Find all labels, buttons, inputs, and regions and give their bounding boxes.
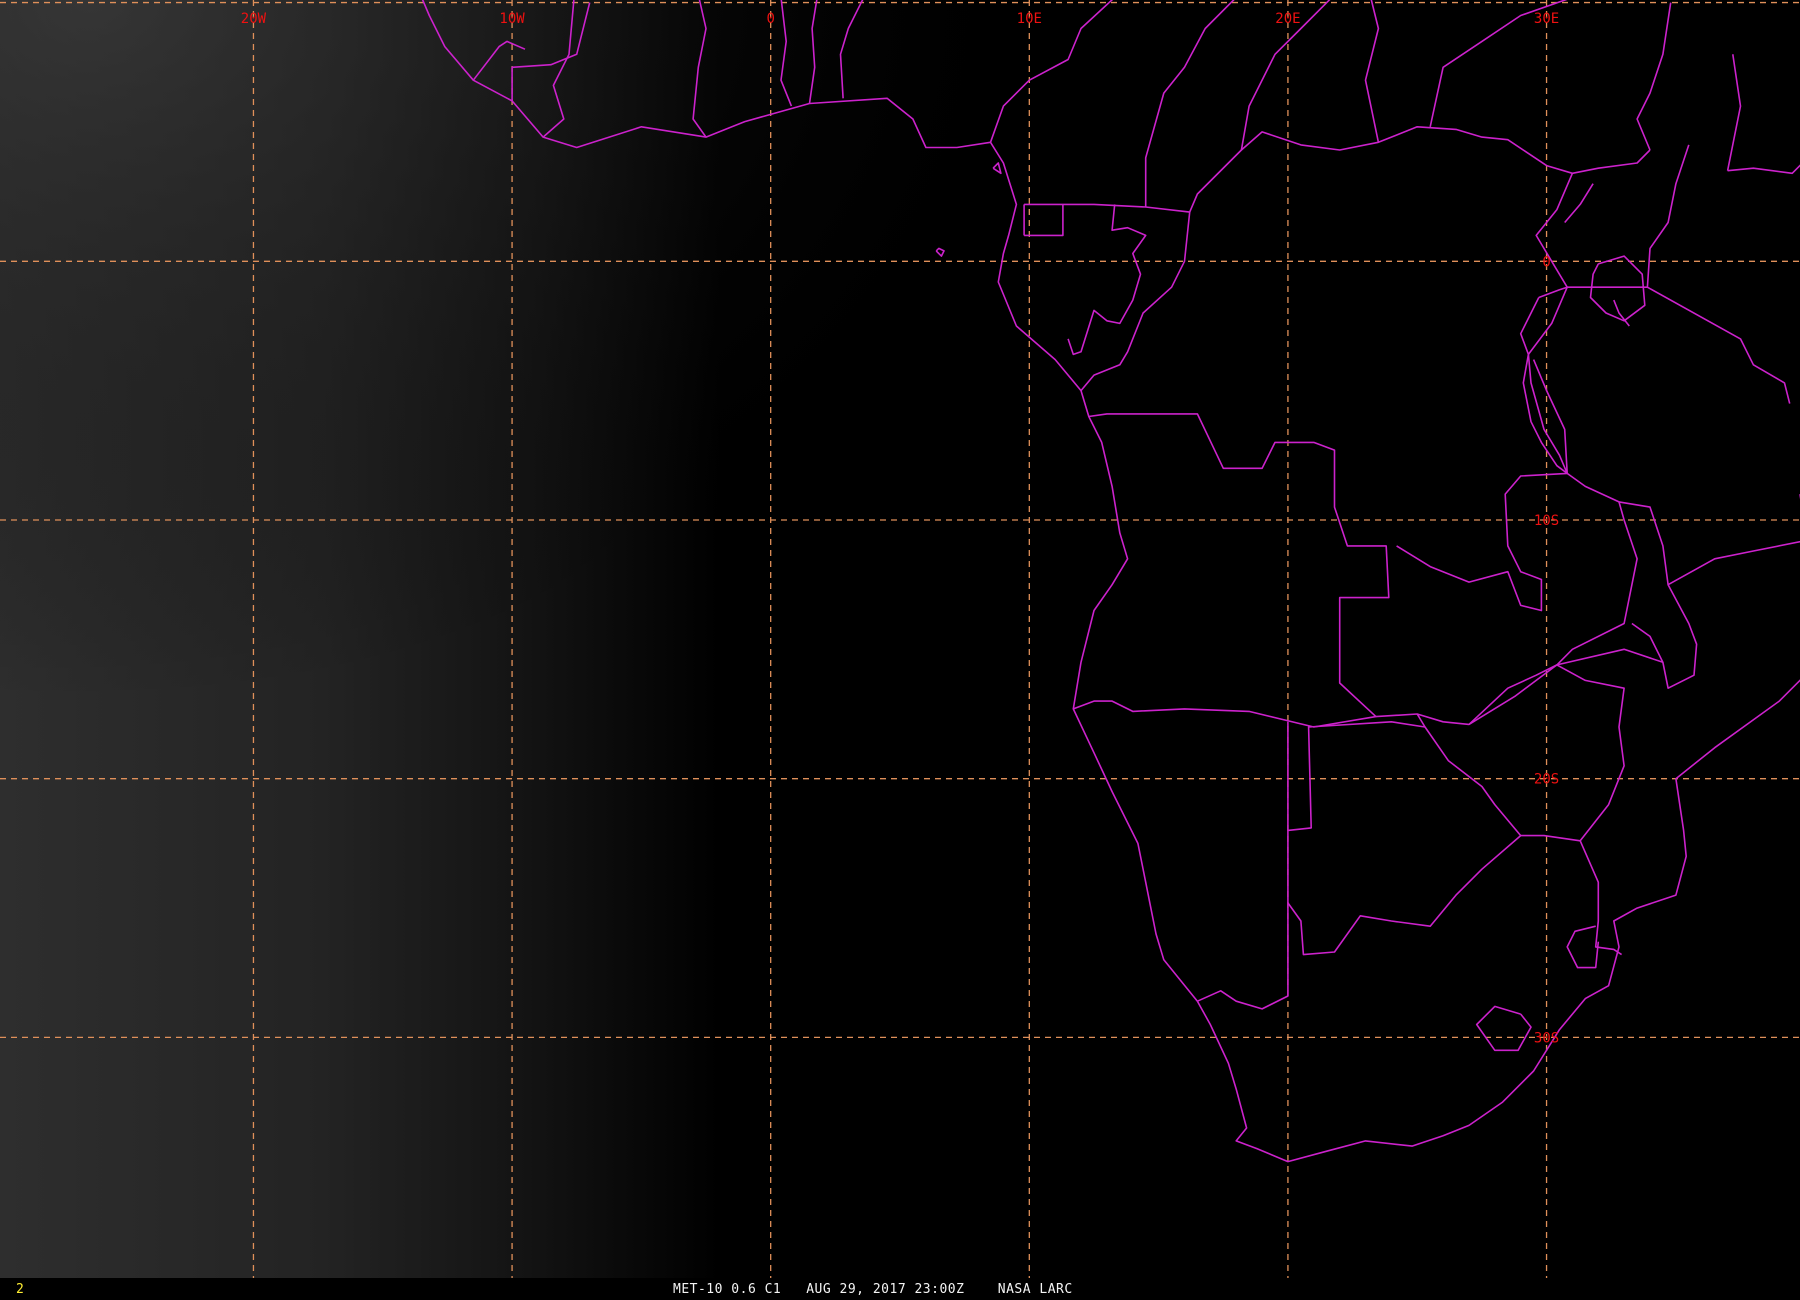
frame-number: 2 bbox=[16, 1282, 24, 1297]
satellite-map: 20W 10W 0 10E 20E 30E 0 10S 20S 30S bbox=[0, 0, 1800, 1278]
longitude-label: 0 bbox=[766, 11, 774, 27]
longitude-label: 30E bbox=[1534, 11, 1559, 27]
longitude-label: 10E bbox=[1017, 11, 1042, 27]
latitude-label: 0 bbox=[1542, 254, 1550, 270]
latitude-label: 20S bbox=[1534, 772, 1559, 788]
latitude-label: 30S bbox=[1534, 1030, 1559, 1046]
latitude-label: 10S bbox=[1534, 513, 1559, 529]
longitude-label: 10W bbox=[499, 11, 525, 27]
status-bar: 2 MET-10 0.6 C1 AUG 29, 2017 23:00Z NASA… bbox=[0, 1278, 1800, 1300]
image-caption: MET-10 0.6 C1 AUG 29, 2017 23:00Z NASA L… bbox=[673, 1282, 1073, 1297]
longitude-label: 20E bbox=[1275, 11, 1300, 27]
satellite-image-viewport[interactable]: 20W 10W 0 10E 20E 30E 0 10S 20S 30S bbox=[0, 0, 1800, 1300]
longitude-label: 20W bbox=[241, 11, 267, 27]
sunglint-highlight bbox=[0, 0, 1800, 1278]
